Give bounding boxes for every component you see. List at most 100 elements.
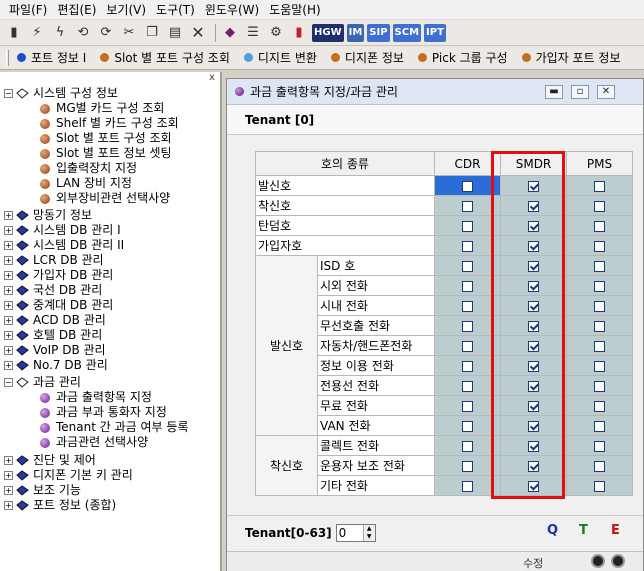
tree-node[interactable]: + No.7 DB 관리 [4, 358, 108, 373]
tree-node[interactable]: + 진단 및 제어 [4, 453, 96, 468]
smdr-checkbox[interactable] [528, 400, 539, 412]
tree-node[interactable]: + 중계대 DB 관리 [4, 298, 113, 313]
exit-icon[interactable]: E [611, 523, 629, 543]
wand-icon[interactable]: ⚡ [27, 23, 47, 43]
cdr-checkbox[interactable] [462, 200, 473, 212]
smdr-checkbox[interactable] [528, 480, 539, 492]
expand-icon[interactable]: + [4, 361, 13, 370]
sip-icon[interactable]: SIP [367, 23, 390, 42]
tenant-spinner[interactable]: 0 ▲ ▼ [335, 523, 376, 542]
copy-icon[interactable]: ❐ [142, 23, 162, 43]
book-icon[interactable]: ◆ [220, 23, 240, 43]
cdr-checkbox[interactable] [462, 440, 473, 452]
pms-checkbox[interactable] [594, 180, 605, 192]
bar-grip[interactable] [6, 49, 9, 66]
tree-node[interactable]: + 국선 DB 관리 [4, 283, 102, 298]
smdr-checkbox[interactable] [528, 320, 539, 332]
tree-node-system-config[interactable]: − 시스템 구성 정보 [4, 86, 118, 101]
pms-checkbox[interactable] [594, 240, 605, 252]
tree-item[interactable]: Slot 별 포트 정보 셋팅 [40, 146, 172, 161]
close-icon[interactable]: ✕ [597, 85, 615, 99]
expand-icon[interactable]: + [4, 241, 13, 250]
menu-file[interactable]: 파일(F) [4, 0, 52, 20]
cdr-checkbox[interactable] [462, 300, 473, 312]
menu-help[interactable]: 도움말(H) [264, 0, 326, 20]
pms-checkbox[interactable] [594, 440, 605, 452]
tree-item[interactable]: 과금 부과 통화자 지정 [40, 405, 167, 420]
cdr-checkbox[interactable] [462, 180, 473, 192]
connect-icon[interactable]: ▮ [4, 23, 24, 43]
tree-node[interactable]: + 디지폰 기본 키 관리 [4, 468, 133, 483]
cdr-checkbox[interactable] [462, 480, 473, 492]
smdr-checkbox[interactable] [528, 380, 539, 392]
chart-icon[interactable]: ▮ [289, 23, 309, 43]
cdr-checkbox[interactable] [462, 380, 473, 392]
tree-node[interactable]: + VoIP DB 관리 [4, 343, 106, 358]
quick-pick-group[interactable]: Pick 그룹 구성 [417, 49, 508, 66]
smdr-checkbox[interactable] [528, 300, 539, 312]
tools-icon[interactable]: ⚙ [266, 23, 286, 43]
smdr-checkbox[interactable] [528, 360, 539, 372]
menu-view[interactable]: 보기(V) [101, 0, 151, 20]
tree-item[interactable]: 입출력장치 지정 [40, 161, 137, 176]
cdr-checkbox[interactable] [462, 280, 473, 292]
expand-icon[interactable]: + [4, 211, 13, 220]
pms-checkbox[interactable] [594, 300, 605, 312]
smdr-checkbox[interactable] [528, 180, 539, 192]
tree-item[interactable]: Tenant 간 과금 여부 등록 [40, 420, 188, 435]
collapse-icon[interactable]: − [4, 89, 13, 98]
paste-icon[interactable]: ▤ [165, 23, 185, 43]
tree-item[interactable]: 과금 출력항목 지정 [40, 390, 152, 405]
cdr-checkbox[interactable] [462, 320, 473, 332]
smdr-checkbox[interactable] [528, 280, 539, 292]
tree-node[interactable]: + 포트 정보 (종합) [4, 498, 116, 513]
tree-node[interactable]: + 시스템 DB 관리 II [4, 238, 124, 253]
expand-icon[interactable]: + [4, 271, 13, 280]
cdr-checkbox[interactable] [462, 340, 473, 352]
tree-node[interactable]: + ACD DB 관리 [4, 313, 106, 328]
pms-checkbox[interactable] [594, 420, 605, 432]
tree-node[interactable]: + 망동기 정보 [4, 208, 92, 223]
tree-node[interactable]: + 가입자 DB 관리 [4, 268, 113, 283]
quick-digiphone-info[interactable]: 디지폰 정보 [330, 49, 404, 66]
smdr-checkbox[interactable] [528, 220, 539, 232]
quick-slot-port-config[interactable]: Slot 별 포트 구성 조회 [100, 49, 230, 66]
quick-port-info[interactable]: 포트 정보 I [17, 49, 86, 66]
tree-node[interactable]: + 시스템 DB 관리 I [4, 223, 121, 238]
im-icon[interactable]: IM [346, 23, 365, 42]
pms-checkbox[interactable] [594, 200, 605, 212]
tree-item[interactable]: Shelf 별 카드 구성 조회 [40, 116, 179, 131]
menu-window[interactable]: 윈도우(W) [200, 0, 264, 20]
menu-tools[interactable]: 도구(T) [151, 0, 200, 20]
expand-icon[interactable]: + [4, 486, 13, 495]
expand-icon[interactable]: + [4, 286, 13, 295]
pms-checkbox[interactable] [594, 460, 605, 472]
expand-icon[interactable]: + [4, 471, 13, 480]
expand-icon[interactable]: + [4, 301, 13, 310]
close-icon[interactable]: x [206, 72, 218, 84]
smdr-checkbox[interactable] [528, 260, 539, 272]
modify-button[interactable]: 수정 [523, 555, 543, 571]
expand-icon[interactable]: + [4, 316, 13, 325]
expand-icon[interactable]: + [4, 346, 13, 355]
expand-icon[interactable]: + [4, 256, 13, 265]
tree-item[interactable]: Slot 별 포트 구성 조회 [40, 131, 172, 146]
spinner-arrows-icon[interactable]: ▲ ▼ [362, 524, 375, 541]
lightning-icon[interactable]: ϟ [50, 23, 70, 43]
minimize-icon[interactable]: ▬ [545, 85, 563, 99]
cdr-checkbox[interactable] [462, 220, 473, 232]
cdr-checkbox[interactable] [462, 420, 473, 432]
tree-item[interactable]: MG별 카드 구성 조회 [40, 101, 164, 116]
smdr-checkbox[interactable] [528, 460, 539, 472]
list-icon[interactable]: ☰ [243, 23, 263, 43]
quick-subscriber-port[interactable]: 가입자 포트 정보 [521, 49, 621, 66]
pms-checkbox[interactable] [594, 280, 605, 292]
menu-edit[interactable]: 편집(E) [52, 0, 101, 20]
pms-checkbox[interactable] [594, 400, 605, 412]
smdr-checkbox[interactable] [528, 200, 539, 212]
forward-icon[interactable]: ⟳ [96, 23, 116, 43]
transfer-icon[interactable]: T [579, 523, 597, 543]
collapse-icon[interactable]: − [4, 378, 13, 387]
pms-checkbox[interactable] [594, 380, 605, 392]
pms-checkbox[interactable] [594, 360, 605, 372]
